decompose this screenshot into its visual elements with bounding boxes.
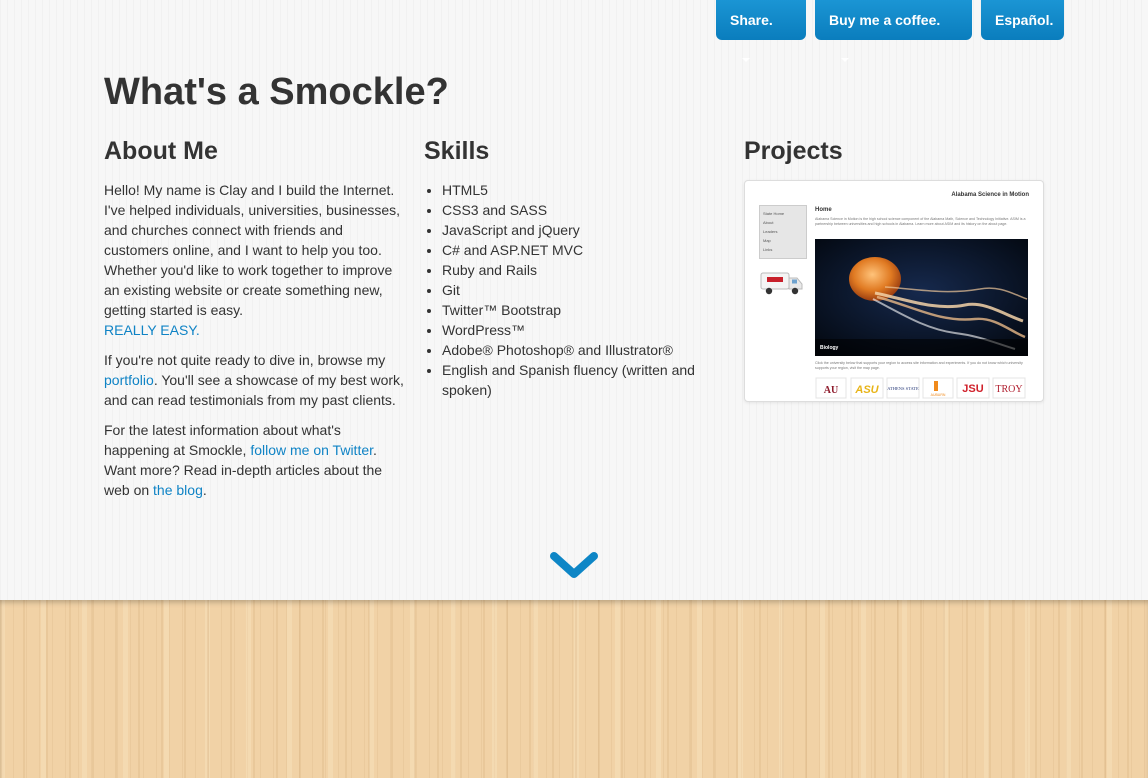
thumb-image-caption: Biology <box>820 345 839 351</box>
thumb-nav-item: About <box>763 220 774 225</box>
logo-au: AU <box>824 385 838 396</box>
about-heading: About Me <box>104 137 218 165</box>
blog-link[interactable]: the blog <box>153 482 203 498</box>
thumb-footer-text: Click the university below that supports… <box>815 361 1023 370</box>
logo-athens-state: ATHENS STATE <box>887 386 919 391</box>
skill-item: English and Spanish fluency (written and… <box>442 360 714 400</box>
twitter-link[interactable]: follow me on Twitter <box>250 442 373 458</box>
skill-item: JavaScript and jQuery <box>442 220 714 240</box>
buy-coffee-button[interactable]: Buy me a coffee. <box>815 0 972 62</box>
logo-jsu: JSU <box>962 383 983 395</box>
skill-item: HTML5 <box>442 180 714 200</box>
portfolio-link[interactable]: portfolio <box>104 372 154 388</box>
skill-item: C# and ASP.NET MVC <box>442 240 714 260</box>
wood-background <box>0 600 1148 778</box>
thumb-nav-item: State Home <box>763 211 785 216</box>
share-label: Share. <box>730 12 773 28</box>
share-caret-icon <box>742 58 750 62</box>
logo-asu: ASU <box>854 384 879 396</box>
coffee-caret-icon <box>841 58 849 62</box>
page-title: What's a Smockle? <box>104 71 449 113</box>
skills-heading: Skills <box>424 137 490 165</box>
blog-text-after: . <box>202 482 207 498</box>
thumb-intro-text: Alabama Science in Motion is the high sc… <box>815 217 1026 226</box>
about-paragraph-2: If you're not quite ready to dive in, br… <box>104 350 408 410</box>
chevron-down-icon[interactable] <box>549 550 599 580</box>
thumb-nav-item: Leaders <box>763 229 778 234</box>
projects-heading: Projects <box>744 137 843 165</box>
share-button[interactable]: Share. <box>716 0 806 62</box>
language-button[interactable]: Español. <box>981 0 1064 40</box>
thumb-nav-item: Links <box>763 247 773 252</box>
skill-item: WordPress™ <box>442 320 714 340</box>
project-thumbnail[interactable]: Alabama Science in Motion State Home Abo… <box>744 180 1044 402</box>
about-paragraph-1: Hello! My name is Clay and I build the I… <box>104 180 408 340</box>
jellyfish-image: Biology <box>815 239 1028 356</box>
portfolio-text-before: If you're not quite ready to dive in, br… <box>104 352 386 368</box>
about-paragraph-3: For the latest information about what's … <box>104 420 408 500</box>
logo-troy: TROY <box>995 384 1022 395</box>
skill-item: CSS3 and SASS <box>442 200 714 220</box>
thumb-sidebar-nav: State Home About Leaders Map Links <box>759 205 807 259</box>
skill-item: Adobe® Photoshop® and Illustrator® <box>442 340 714 360</box>
skill-item: Ruby and Rails <box>442 260 714 280</box>
about-intro-text: Hello! My name is Clay and I build the I… <box>104 182 401 318</box>
about-column: Hello! My name is Clay and I build the I… <box>104 180 408 510</box>
truck-image <box>759 267 805 299</box>
skills-list: HTML5 CSS3 and SASS JavaScript and jQuer… <box>424 180 714 400</box>
thumb-page-heading: Home <box>815 207 832 213</box>
thumb-nav-item: Map <box>763 238 771 243</box>
skills-column: HTML5 CSS3 and SASS JavaScript and jQuer… <box>424 180 714 400</box>
thumb-site-title: Alabama Science in Motion <box>951 192 1029 198</box>
skill-item: Git <box>442 280 714 300</box>
language-label: Español. <box>995 12 1054 28</box>
skill-item: Twitter™ Bootstrap <box>442 300 714 320</box>
really-easy-link[interactable]: REALLY EASY. <box>104 322 200 338</box>
logo-auburn: AUBURN <box>931 393 946 397</box>
university-logos: AU ASU ATHENS STATE AUBURN JSU TROY <box>815 377 1027 399</box>
buy-coffee-label: Buy me a coffee. <box>829 12 941 28</box>
